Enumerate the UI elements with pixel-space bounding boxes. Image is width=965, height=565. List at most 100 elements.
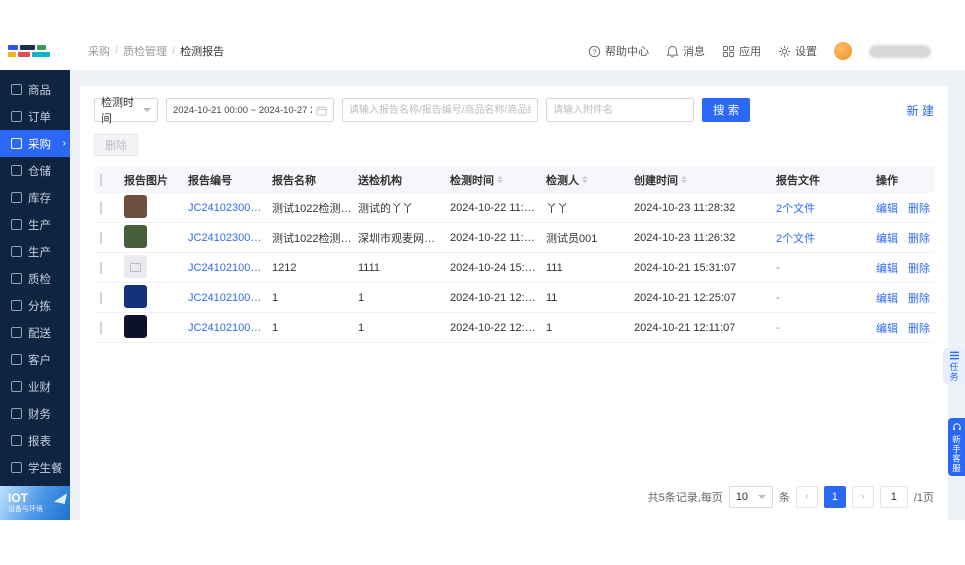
bulk-delete-button[interactable]: 删除 xyxy=(94,134,138,156)
prev-page-button[interactable]: ‹ xyxy=(795,486,818,508)
delete-link[interactable]: 删除 xyxy=(908,260,930,276)
iot-banner[interactable]: IOT 设备与环境 xyxy=(0,486,70,520)
warehouse-icon xyxy=(11,165,22,176)
breadcrumb-item[interactable]: 质检管理 xyxy=(123,43,167,59)
page-size-unit: 条 xyxy=(778,492,790,504)
customers-icon xyxy=(11,354,22,365)
breadcrumb-separator: / xyxy=(172,45,176,57)
current-page-button[interactable]: 1 xyxy=(823,486,846,508)
edit-link[interactable]: 编辑 xyxy=(876,320,898,336)
table-header-row: 报告图片 报告编号 报告名称 送检机构 检测时间 检测人 创建时间 报告文件 操… xyxy=(94,166,934,193)
report-no-link[interactable]: JC24102100005 xyxy=(188,262,272,274)
gear-icon xyxy=(778,45,791,57)
sidebar-item-sorting[interactable]: 分拣 xyxy=(0,292,70,319)
row-checkbox[interactable] xyxy=(100,261,102,274)
sidebar-item-production-1[interactable]: 生产 xyxy=(0,211,70,238)
sidebar-item-business-finance[interactable]: 业财 xyxy=(0,373,70,400)
report-image-placeholder[interactable] xyxy=(124,254,147,278)
user-name-blurred[interactable] xyxy=(869,44,931,58)
date-range-picker[interactable] xyxy=(166,98,334,122)
apps-label: 应用 xyxy=(739,46,761,58)
edit-link[interactable]: 编辑 xyxy=(876,260,898,276)
settings-button[interactable]: 设置 xyxy=(778,43,817,59)
attachment-name-input[interactable] xyxy=(546,98,694,122)
report-name: 测试1022检测报告 xyxy=(272,232,358,245)
apps-button[interactable]: 应用 xyxy=(722,43,761,59)
delivery-icon xyxy=(11,327,22,338)
report-name: 1212 xyxy=(272,261,297,274)
delete-link[interactable]: 删除 xyxy=(908,230,930,246)
sidebar-item-student-meals[interactable]: 学生餐 xyxy=(0,454,70,481)
edit-link[interactable]: 编辑 xyxy=(876,200,898,216)
sidebar-menu: 商品 订单 采购 › 仓储 库存 生产 生产 质检 分拣 配送 客户 业财 财务 … xyxy=(0,70,70,486)
row-checkbox[interactable] xyxy=(100,291,102,304)
keyword-search-input[interactable] xyxy=(342,98,538,122)
report-image-thumbnail[interactable] xyxy=(124,224,147,248)
row-checkbox[interactable] xyxy=(100,321,102,334)
production-icon xyxy=(11,219,22,230)
sidebar-item-orders[interactable]: 订单 xyxy=(0,103,70,130)
help-center-label: 帮助中心 xyxy=(605,46,649,58)
breadcrumb: 采购 / 质检管理 / 检测报告 xyxy=(88,43,224,59)
report-no-link[interactable]: JC24102300005 xyxy=(188,232,272,244)
filter-bar: 检测时间 搜 索 新 建 xyxy=(80,86,948,125)
select-all-checkbox[interactable] xyxy=(100,173,102,186)
sorting-icon xyxy=(11,300,22,311)
col-actions: 操作 xyxy=(876,174,898,187)
row-checkbox[interactable] xyxy=(100,201,102,214)
messages-button[interactable]: 消息 xyxy=(666,43,705,59)
sidebar-item-quality[interactable]: 质检 xyxy=(0,265,70,292)
report-image-thumbnail[interactable] xyxy=(124,284,147,308)
customer-service-fab[interactable]: 新手客服 xyxy=(948,418,965,476)
report-files-link[interactable]: 2个文件 xyxy=(776,200,876,216)
next-page-button[interactable]: › xyxy=(851,486,874,508)
sidebar-item-reports[interactable]: 报表 xyxy=(0,427,70,454)
report-files-empty: - xyxy=(776,291,780,304)
col-created: 创建时间 xyxy=(634,172,776,188)
sidebar-item-delivery[interactable]: 配送 xyxy=(0,319,70,346)
search-button[interactable]: 搜 索 xyxy=(702,98,751,122)
edit-link[interactable]: 编辑 xyxy=(876,290,898,306)
sidebar-item-inventory[interactable]: 库存 xyxy=(0,184,70,211)
report-no-link[interactable]: JC24102100003 xyxy=(188,292,272,304)
tasks-fab[interactable]: 任务 xyxy=(943,348,965,384)
help-center-button[interactable]: ? 帮助中心 xyxy=(588,43,649,59)
sidebar-item-label: 生产 xyxy=(28,219,51,232)
sidebar-item-products[interactable]: 商品 xyxy=(0,76,70,103)
report-no-link[interactable]: JC24102300006 xyxy=(188,202,272,214)
create-button[interactable]: 新 建 xyxy=(907,102,934,119)
sidebar-item-procurement[interactable]: 采购 › xyxy=(0,130,70,157)
pagination: 共5条记录,每页 10 条 ‹ 1 › /1页 xyxy=(648,486,934,508)
created-at: 2024-10-23 11:26:32 xyxy=(634,231,736,244)
delete-link[interactable]: 删除 xyxy=(908,200,930,216)
col-agency: 送检机构 xyxy=(358,174,402,187)
user-avatar[interactable] xyxy=(834,42,852,60)
delete-link[interactable]: 删除 xyxy=(908,320,930,336)
breadcrumb-item[interactable]: 采购 xyxy=(88,43,110,59)
row-checkbox[interactable] xyxy=(100,231,102,244)
report-image-thumbnail[interactable] xyxy=(124,314,147,338)
report-files-link[interactable]: 2个文件 xyxy=(776,230,876,246)
date-range-input[interactable] xyxy=(173,104,312,116)
sidebar-item-finance[interactable]: 财务 xyxy=(0,400,70,427)
sidebar-item-production-2[interactable]: 生产 xyxy=(0,238,70,265)
delete-link[interactable]: 删除 xyxy=(908,290,930,306)
col-test-time: 检测时间 xyxy=(450,172,546,188)
report-image-thumbnail[interactable] xyxy=(124,194,147,218)
tasks-icon xyxy=(949,351,959,359)
sort-icon[interactable] xyxy=(681,176,687,183)
agency: 1111 xyxy=(358,261,381,274)
time-type-select[interactable]: 检测时间 xyxy=(94,97,158,125)
sidebar-item-customers[interactable]: 客户 xyxy=(0,346,70,373)
page-jump-input[interactable] xyxy=(879,486,908,508)
sidebar-item-warehouse[interactable]: 仓储 xyxy=(0,157,70,184)
sort-icon[interactable] xyxy=(497,176,503,183)
edit-link[interactable]: 编辑 xyxy=(876,230,898,246)
customer-service-label: 新手客服 xyxy=(951,434,962,473)
sort-icon[interactable] xyxy=(582,176,588,183)
report-no-link[interactable]: JC24102100001 xyxy=(188,322,272,334)
sidebar-item-label: 订单 xyxy=(28,111,51,124)
products-icon xyxy=(11,84,22,95)
messages-label: 消息 xyxy=(683,46,705,58)
page-size-select[interactable]: 10 xyxy=(728,486,773,508)
